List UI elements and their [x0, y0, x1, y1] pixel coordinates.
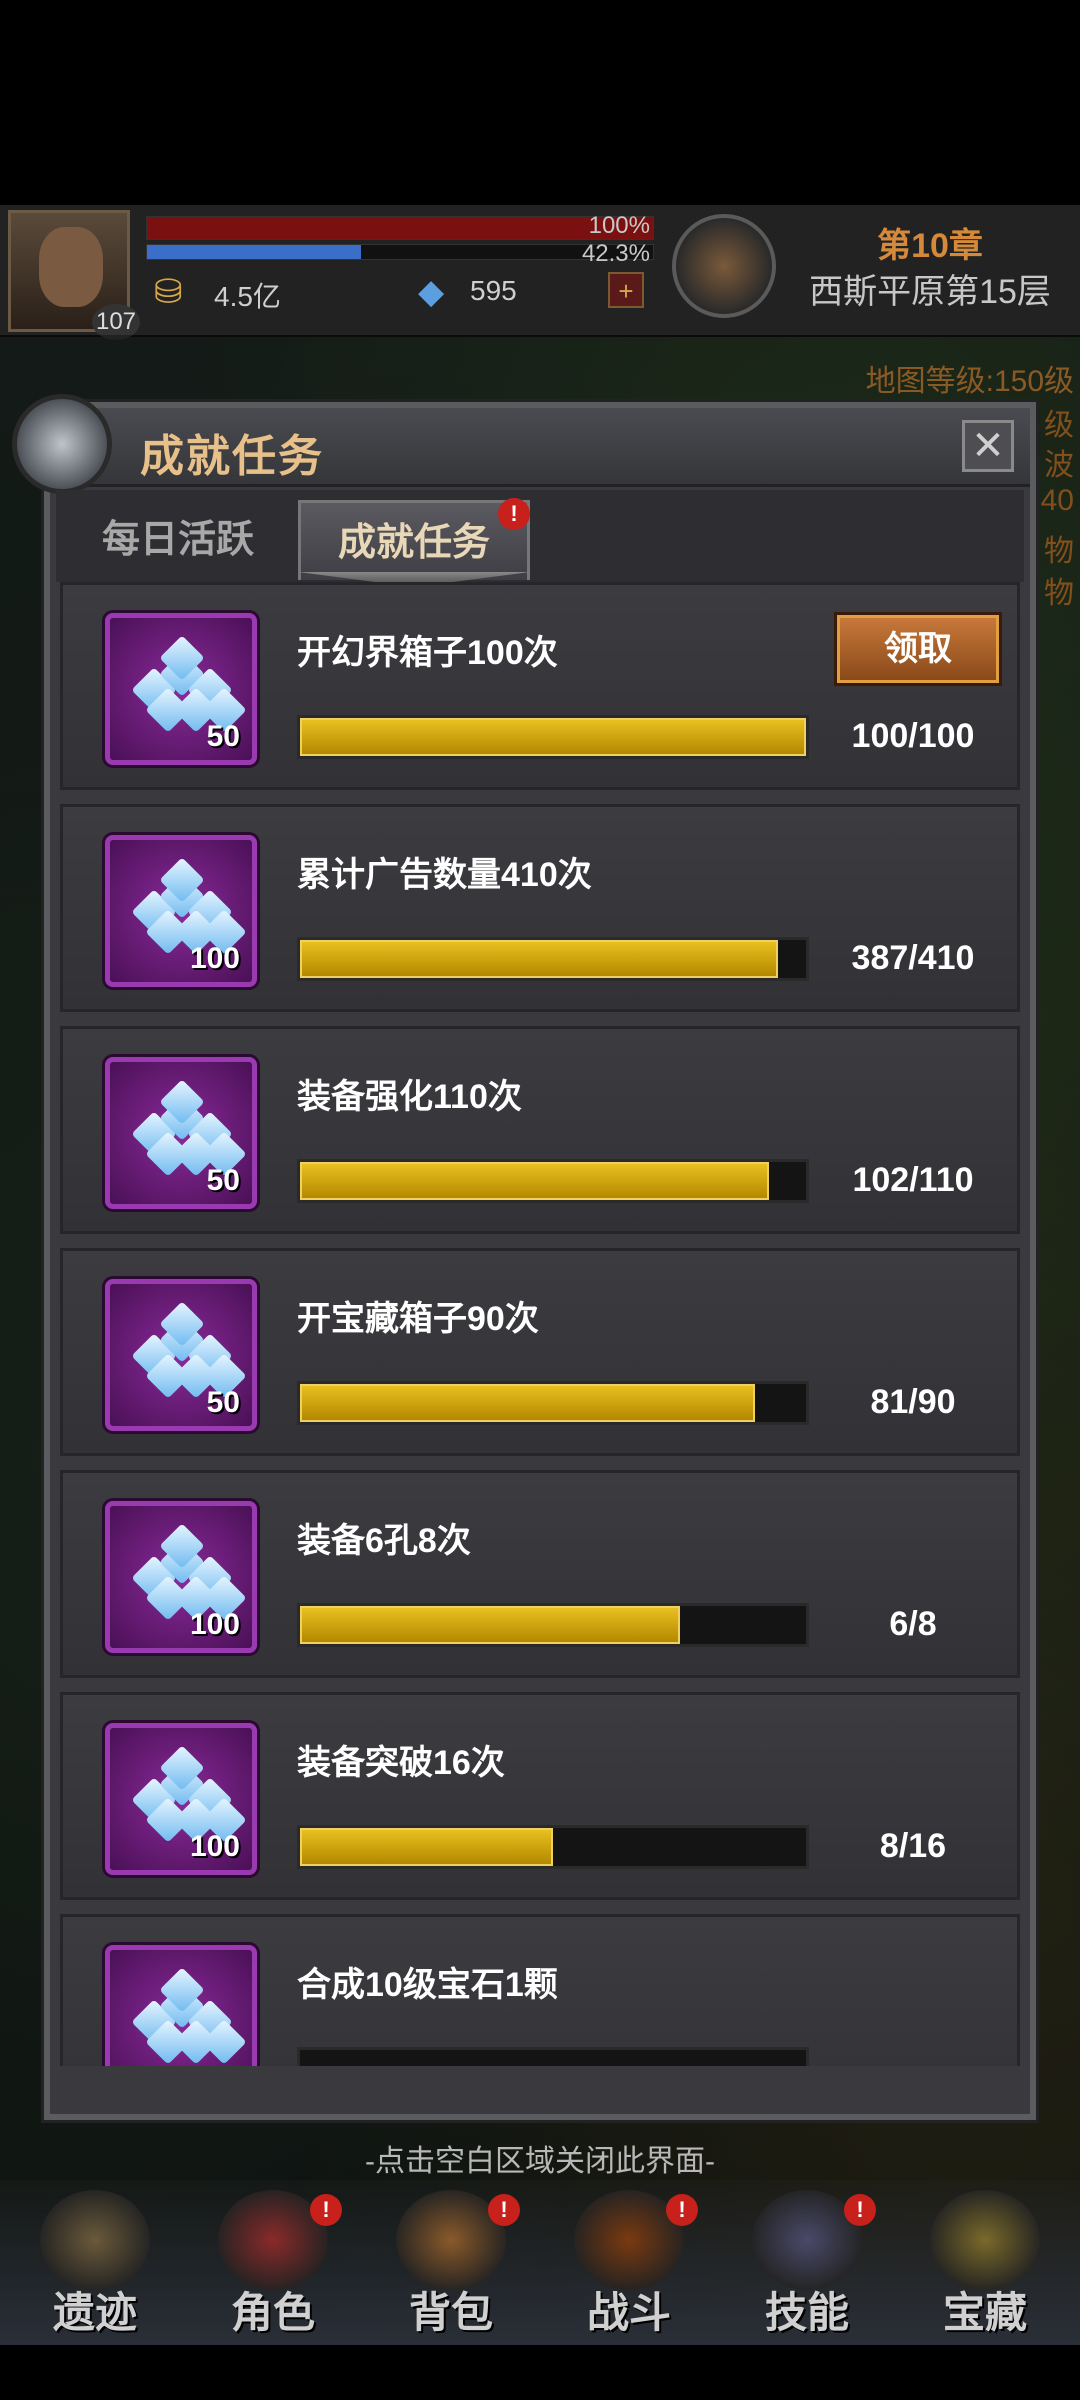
nav-item-2[interactable]: 背包! [366, 2190, 536, 2340]
diamond-reward-icon[interactable]: 100 [105, 835, 257, 987]
claim-button[interactable]: 领取 [837, 615, 999, 683]
diamond-reward-icon[interactable]: 100 [105, 1723, 257, 1875]
nav-label: 宝藏 [942, 2289, 1027, 2336]
nav-item-3[interactable]: 战斗! [544, 2190, 714, 2340]
task-progress-fill [300, 1162, 770, 1200]
tab-daily-activity[interactable]: 每日活跃 [78, 500, 278, 580]
reward-count: 100 [189, 1608, 240, 1641]
diamond-reward-icon[interactable]: 100 [105, 1501, 257, 1653]
gem-pile-icon [130, 1966, 247, 2065]
avatar-face-icon [39, 227, 103, 307]
compass-icon[interactable] [672, 214, 776, 318]
task-row: 50 开宝藏箱子90次 81/90 [60, 1248, 1020, 1456]
task-progress-fill [300, 1606, 680, 1644]
floor-label: 西斯平原第15层 [809, 273, 1051, 311]
task-progress-fill [300, 1828, 553, 1866]
chapter-label: 第10章 [877, 227, 983, 265]
nav-alert-badge: ! [488, 2194, 520, 2226]
nav-label: 战斗 [586, 2289, 671, 2336]
diamond-reward-icon[interactable]: 50 [105, 1279, 257, 1431]
exp-bar-fill [147, 245, 362, 259]
task-row: 100 装备6孔8次 6/8 [60, 1470, 1020, 1678]
reward-count: 50 [206, 1164, 240, 1197]
navigation-bar-area [0, 2345, 1080, 2400]
task-progress-bar [297, 1381, 809, 1425]
close-button[interactable]: ✕ [962, 420, 1014, 472]
diamond-reward-icon[interactable]: 50 [105, 1057, 257, 1209]
nav-label: 角色 [230, 2289, 315, 2336]
nav-label: 遗迹 [52, 2289, 137, 2336]
task-progress-bar [297, 937, 809, 981]
task-progress-text: 6/8 [889, 1605, 937, 1643]
task-progress-bar [297, 2047, 809, 2066]
panel-title: 成就任务 [140, 432, 324, 481]
task-row: 合成10级宝石1颗 [60, 1914, 1020, 2066]
task-title: 装备强化110次 [297, 1078, 522, 1116]
task-title: 装备6孔8次 [297, 1522, 471, 1560]
gem-pile-icon [130, 1078, 247, 1177]
nav-item-1[interactable]: 角色! [188, 2190, 358, 2340]
task-progress-text: 81/90 [870, 1383, 956, 1421]
diamond-reward-icon[interactable] [105, 1945, 257, 2066]
tab-alert-badge: ! [498, 498, 530, 530]
reward-count: 100 [189, 1830, 240, 1863]
task-progress-text: 102/110 [852, 1161, 974, 1199]
status-bar-area [0, 0, 1080, 205]
task-title: 开幻界箱子100次 [297, 634, 558, 672]
task-list[interactable]: 50 开幻界箱子100次 100/100 领取 100 累计广告数量410次 387/410… [60, 582, 1020, 2066]
gem-pile-icon [130, 1522, 247, 1621]
task-progress-fill [300, 718, 806, 756]
task-progress-bar [297, 1159, 809, 1203]
reward-count: 50 [206, 1386, 240, 1419]
diamond-icon: ◆ [418, 273, 445, 311]
add-currency-button[interactable]: + [608, 272, 644, 308]
task-progress-fill [300, 940, 778, 978]
exp-percent: 42.3% [581, 240, 650, 267]
nav-label: 技能 [764, 2289, 849, 2336]
task-row: 100 装备突破16次 8/16 [60, 1692, 1020, 1900]
nav-alert-badge: ! [844, 2194, 876, 2226]
nav-alert-badge: ! [666, 2194, 698, 2226]
task-row: 50 装备强化110次 102/110 [60, 1026, 1020, 1234]
task-progress-text: 8/16 [879, 1827, 947, 1865]
diamond-reward-icon[interactable]: 50 [105, 613, 257, 765]
task-title: 合成10级宝石1颗 [297, 1966, 558, 2004]
task-row: 50 开幻界箱子100次 100/100 领取 [60, 582, 1020, 790]
gem-pile-icon [130, 634, 247, 733]
gem-amount: 595 [470, 275, 517, 306]
task-progress-bar [297, 1603, 809, 1647]
exp-bar [146, 244, 654, 260]
task-progress-text: 100/100 [851, 717, 975, 755]
nav-alert-badge: ! [310, 2194, 342, 2226]
reward-count: 100 [189, 942, 240, 975]
close-hint: -点击空白区域关闭此界面- [365, 2145, 715, 2178]
nav-item-0[interactable]: 遗迹 [10, 2190, 180, 2340]
nav-art-icon [930, 2190, 1040, 2290]
gold-coin-icon: ⛁ [154, 273, 183, 311]
gem-pile-icon [130, 1300, 247, 1399]
task-progress-text: 387/410 [851, 939, 975, 977]
achievement-emblem-icon [12, 394, 112, 494]
gem-pile-icon [130, 856, 247, 955]
nav-item-4[interactable]: 技能! [722, 2190, 892, 2340]
hp-bar [146, 216, 654, 240]
task-title: 装备突破16次 [297, 1744, 505, 1782]
gold-amount: 4.5亿 [214, 281, 281, 312]
task-title: 累计广告数量410次 [297, 856, 592, 894]
task-progress-bar [297, 1825, 809, 1869]
nav-item-5[interactable]: 宝藏 [900, 2190, 1070, 2340]
task-progress-fill [300, 1384, 756, 1422]
nav-label: 背包 [408, 2289, 493, 2336]
hp-percent: 100% [588, 212, 650, 239]
gem-pile-icon [130, 1744, 247, 1843]
nav-art-icon [40, 2190, 150, 2290]
task-row: 100 累计广告数量410次 387/410 [60, 804, 1020, 1012]
reward-count: 50 [206, 720, 240, 753]
tab-achievements[interactable]: 成就任务 [298, 500, 530, 580]
task-title: 开宝藏箱子90次 [297, 1300, 539, 1338]
task-progress-bar [297, 715, 809, 759]
